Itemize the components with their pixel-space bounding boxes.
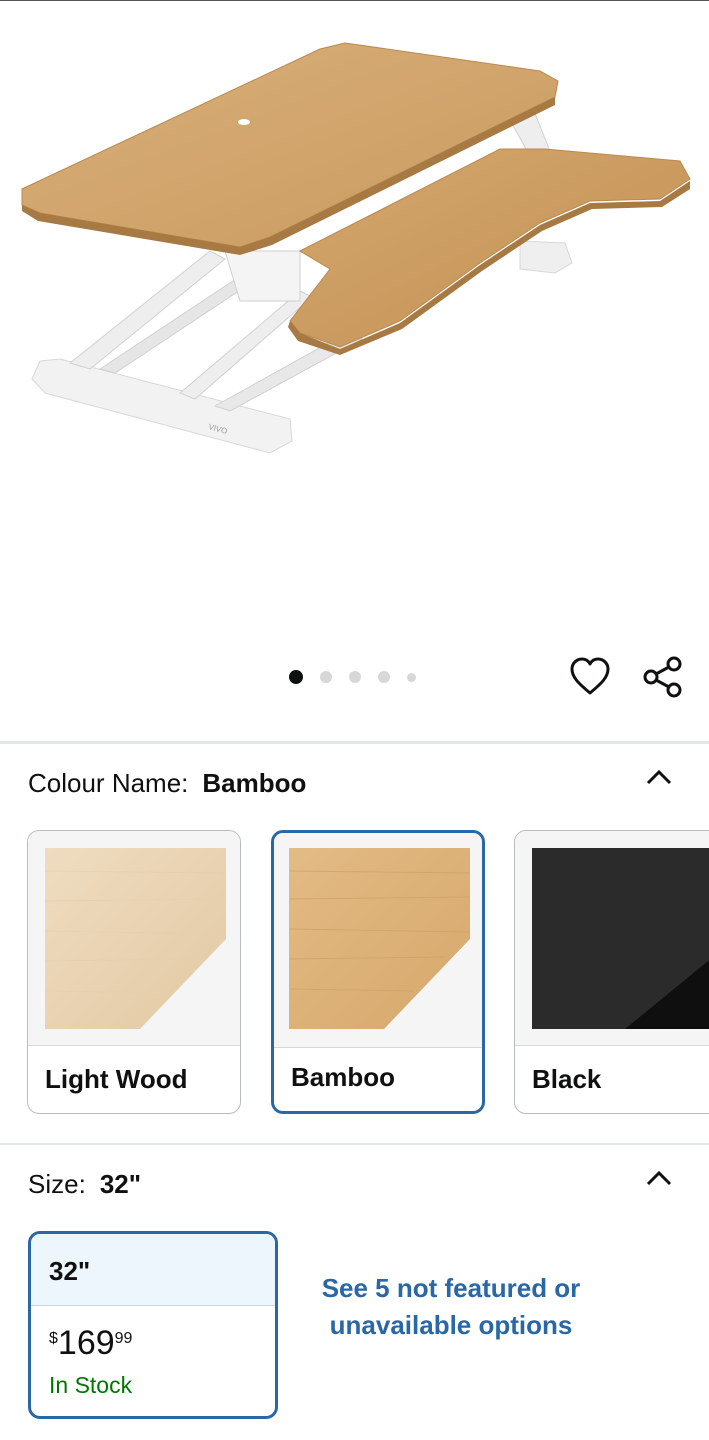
size-option-label: 32" [31, 1234, 275, 1306]
price-symbol: $ [49, 1330, 58, 1347]
swatch-label: Bamboo [291, 1062, 395, 1092]
colour-label-row: Colour Name: Bamboo [28, 768, 306, 799]
pagination-dot[interactable] [349, 671, 361, 683]
colour-selected-value: Bamboo [202, 768, 307, 798]
size-label: Size: [28, 1169, 86, 1199]
size-label-row: Size: 32" [28, 1169, 141, 1200]
wishlist-button[interactable] [568, 656, 612, 698]
price-fraction: 99 [114, 1330, 133, 1347]
swatch-black[interactable]: Black [514, 830, 709, 1114]
colour-label: Colour Name: [28, 768, 189, 798]
pagination-dot[interactable] [320, 671, 332, 683]
swatch-bamboo[interactable]: Bamboo [271, 830, 485, 1114]
colour-collapse-button[interactable] [644, 767, 674, 787]
swatch-label: Black [532, 1064, 602, 1094]
share-button[interactable] [640, 655, 686, 699]
size-collapse-button[interactable] [644, 1168, 674, 1188]
swatch-label: Light Wood [45, 1064, 188, 1094]
chevron-up-icon [646, 769, 672, 785]
heart-icon [570, 657, 610, 695]
pagination-dot-active[interactable] [289, 670, 303, 684]
size-selected-value: 32" [99, 1169, 142, 1199]
section-divider [0, 1143, 709, 1145]
see-more-options-link[interactable]: See 5 not featured or unavailable option… [310, 1270, 592, 1344]
product-image[interactable]: VIVO [0, 1, 709, 641]
pagination-dot[interactable] [407, 672, 416, 682]
pagination-dot[interactable] [378, 671, 390, 683]
stock-status: In Stock [49, 1372, 133, 1398]
swatch-image [274, 833, 482, 1048]
price-whole: 169 [57, 1324, 115, 1362]
share-icon [643, 656, 682, 698]
swatch-light-wood[interactable]: Light Wood [27, 830, 241, 1114]
size-option-32[interactable]: 32" $16999 In Stock [28, 1231, 278, 1419]
chevron-up-icon [646, 1170, 672, 1186]
image-pagination[interactable] [289, 670, 433, 684]
swatch-image [515, 831, 709, 1046]
swatch-image [28, 831, 240, 1046]
section-divider [0, 741, 709, 744]
size-option-price: $16999 [49, 1324, 132, 1363]
